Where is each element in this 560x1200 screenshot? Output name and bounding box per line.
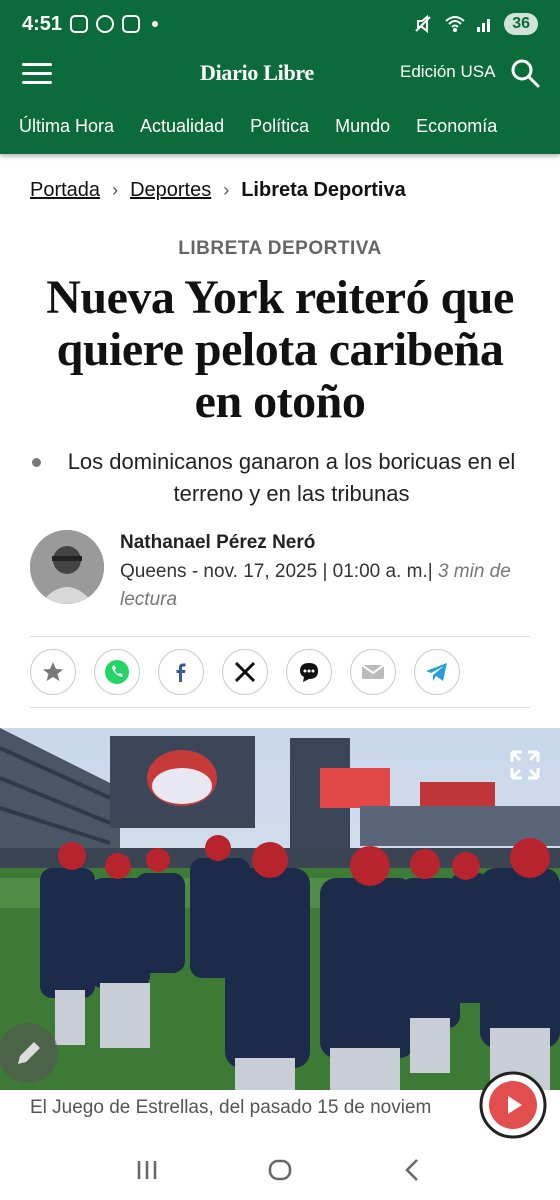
x-icon [234, 661, 256, 683]
edition-selector[interactable]: Edición USA [400, 62, 495, 82]
mute-icon [415, 14, 431, 34]
chevron-right-icon: › [223, 179, 230, 200]
article-kicker: LIBRETA DEPORTIVA [178, 238, 382, 259]
section-nav: Última Hora Actualidad Política Mundo Ec… [0, 98, 560, 154]
article-dateline: Queens - nov. 17, 2025 | 01:00 a. m.| [120, 561, 433, 582]
breadcrumb-current: Libreta Deportiva [241, 178, 406, 201]
byline-info: Nathanael Pérez Neró Queens - nov. 17, 2… [120, 530, 530, 614]
chat-icon [300, 663, 318, 682]
favorite-button[interactable] [30, 649, 76, 695]
mail-icon [361, 664, 385, 679]
nav-item-politica[interactable]: Política [250, 116, 309, 137]
bullet-icon [32, 458, 41, 467]
share-whatsapp-button[interactable] [94, 649, 140, 695]
breadcrumb-section[interactable]: Deportes [130, 179, 211, 202]
instagram-icon-2 [122, 15, 141, 33]
share-x-button[interactable] [222, 649, 268, 695]
byline: Nathanael Pérez Neró Queens - nov. 17, 2… [0, 530, 560, 614]
chevron-right-icon: › [112, 179, 119, 200]
status-time: 4:51 [22, 12, 63, 35]
breadcrumb: Portada › Deportes › Libreta Deportiva [0, 162, 560, 218]
app-header: Diario Libre Edición USA [0, 48, 560, 98]
subhead-text: Los dominicanos ganaron a los boricuas e… [67, 449, 516, 506]
nav-item-ultima-hora[interactable]: Última Hora [19, 116, 114, 137]
search-icon[interactable] [510, 58, 540, 88]
author-avatar[interactable] [30, 530, 104, 604]
share-telegram-button[interactable] [414, 649, 460, 695]
photo-caption: El Juego de Estrellas, del pasado 15 de … [30, 1097, 432, 1118]
status-bar: 4:51 36 [0, 0, 560, 48]
share-messenger-button[interactable] [286, 649, 332, 695]
wifi-icon [445, 16, 465, 32]
battery-badge: 36 [504, 13, 538, 35]
whatsapp-icon [105, 660, 129, 684]
article-photo[interactable] [0, 728, 560, 1090]
signal-icon [477, 19, 491, 32]
article-headline: Nueva York reiteró que quiere pelota car… [46, 271, 514, 428]
home-icon[interactable] [266, 1156, 294, 1184]
article-meta: Queens - nov. 17, 2025 | 01:00 a. m.| 3 … [120, 558, 530, 614]
star-icon [43, 662, 63, 681]
breadcrumb-home[interactable]: Portada [30, 179, 100, 202]
notification-dot-icon [152, 21, 159, 27]
stadium-team-photo [0, 728, 560, 1090]
share-facebook-button[interactable] [158, 649, 204, 695]
menu-icon[interactable] [22, 62, 52, 84]
status-left: 4:51 [22, 12, 159, 36]
share-email-button[interactable] [350, 649, 396, 695]
floating-audio-button[interactable] [478, 1070, 548, 1140]
author-name[interactable]: Nathanael Pérez Neró [120, 532, 530, 554]
system-nav-bar [0, 1140, 560, 1200]
back-icon[interactable] [399, 1156, 427, 1184]
nav-item-economia[interactable]: Economía [416, 116, 497, 137]
whatsapp-status-icon [96, 15, 115, 33]
site-logo[interactable]: Diario Libre [200, 60, 314, 86]
article-subhead: Los dominicanos ganaron a los boricuas e… [0, 446, 560, 510]
status-right: 36 [412, 13, 538, 35]
share-bar [30, 636, 530, 708]
facebook-icon [176, 663, 186, 682]
nav-item-mundo[interactable]: Mundo [335, 116, 390, 137]
nav-item-actualidad[interactable]: Actualidad [140, 116, 224, 137]
telegram-icon [426, 663, 447, 681]
instagram-icon [70, 15, 89, 33]
recent-apps-icon[interactable] [133, 1156, 161, 1184]
